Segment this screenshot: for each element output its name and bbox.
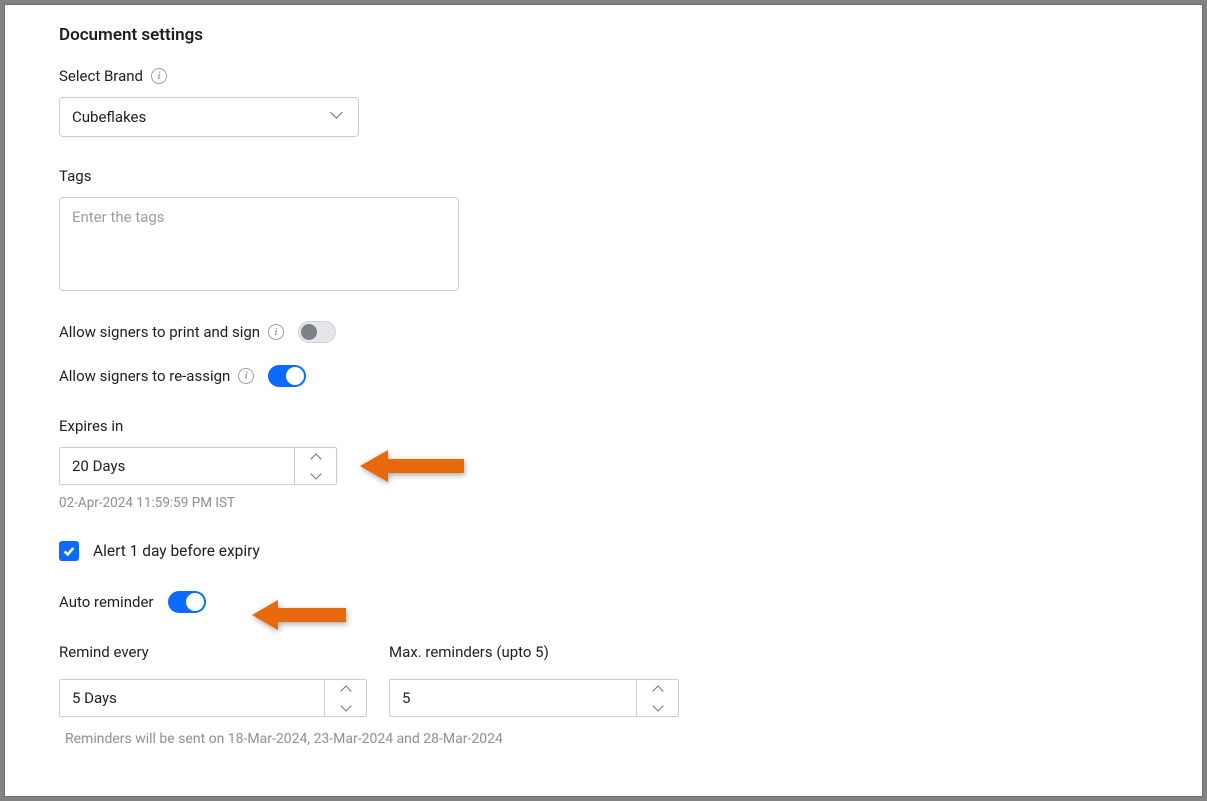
remind-every-increment[interactable] xyxy=(325,680,366,698)
info-icon[interactable]: i xyxy=(151,68,167,84)
max-reminders-label: Max. reminders (upto 5) xyxy=(389,643,679,661)
remind-every-spinner[interactable]: 5 Days xyxy=(59,679,367,717)
max-reminders-text: Max. reminders (upto 5) xyxy=(389,643,549,661)
expires-hint: 02-Apr-2024 11:59:59 PM IST xyxy=(59,495,1202,511)
print-sign-label: Allow signers to print and sign i xyxy=(59,323,284,341)
brand-select-value: Cubeflakes xyxy=(72,108,146,126)
remind-every-label: Remind every xyxy=(59,643,367,661)
max-reminders-spinner[interactable]: 5 xyxy=(389,679,679,717)
auto-reminder-toggle[interactable] xyxy=(168,591,206,613)
alert-checkbox[interactable] xyxy=(59,541,79,561)
remind-every-value: 5 Days xyxy=(60,680,324,716)
brand-label-text: Select Brand xyxy=(59,67,143,85)
reassign-text: Allow signers to re-assign xyxy=(59,367,230,385)
expires-label-text: Expires in xyxy=(59,417,123,435)
reassign-toggle[interactable] xyxy=(268,365,306,387)
expires-decrement[interactable] xyxy=(295,466,336,484)
expires-label: Expires in xyxy=(59,417,1202,435)
print-sign-toggle[interactable] xyxy=(298,321,336,343)
reminders-hint: Reminders will be sent on 18-Mar-2024, 2… xyxy=(59,731,1202,747)
expires-value: 20 Days xyxy=(60,448,294,484)
tags-placeholder: Enter the tags xyxy=(72,208,165,226)
info-icon[interactable]: i xyxy=(238,368,254,384)
section-title: Document settings xyxy=(59,25,1202,45)
max-reminders-increment[interactable] xyxy=(637,680,678,698)
tags-label-text: Tags xyxy=(59,167,91,185)
tags-input[interactable]: Enter the tags xyxy=(59,197,459,291)
print-sign-text: Allow signers to print and sign xyxy=(59,323,260,341)
auto-reminder-label: Auto reminder xyxy=(59,593,154,611)
tags-label: Tags xyxy=(59,167,1202,185)
remind-every-decrement[interactable] xyxy=(325,698,366,716)
expires-spinner[interactable]: 20 Days xyxy=(59,447,337,485)
brand-select[interactable]: Cubeflakes xyxy=(59,97,359,137)
expires-increment[interactable] xyxy=(295,448,336,466)
info-icon[interactable]: i xyxy=(268,324,284,340)
reassign-label: Allow signers to re-assign i xyxy=(59,367,254,385)
remind-every-text: Remind every xyxy=(59,643,149,661)
alert-label: Alert 1 day before expiry xyxy=(93,542,260,560)
max-reminders-value: 5 xyxy=(390,680,636,716)
max-reminders-decrement[interactable] xyxy=(637,698,678,716)
auto-reminder-text: Auto reminder xyxy=(59,593,154,611)
chevron-down-icon xyxy=(332,110,346,124)
brand-label: Select Brand i xyxy=(59,67,1202,85)
